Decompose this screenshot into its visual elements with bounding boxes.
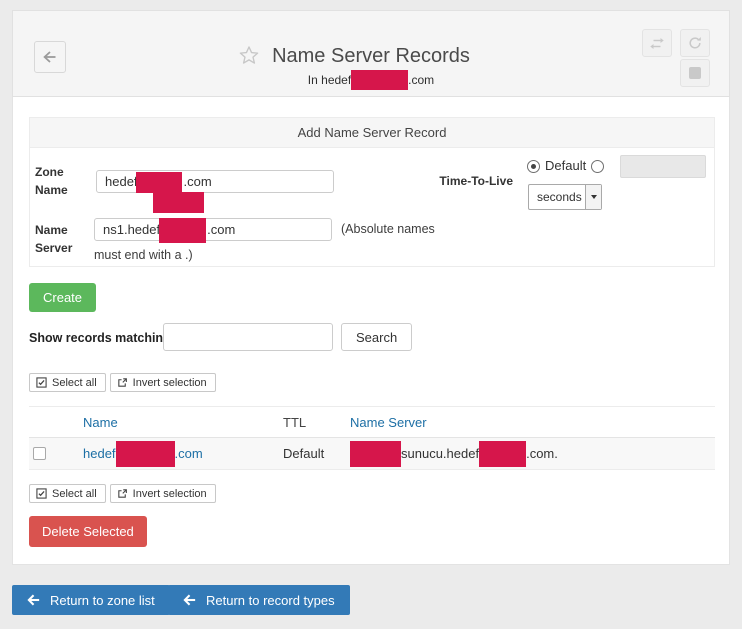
arrow-left-icon: [27, 594, 41, 606]
ttl-default-radio-label: Default: [545, 158, 586, 173]
table-row: hedef .com Default sunucu.hedef .com.: [29, 438, 715, 470]
return-to-zone-list-button[interactable]: Return to zone list: [12, 585, 170, 615]
table-header-row: Name TTL Name Server: [29, 406, 715, 438]
name-server-input[interactable]: ns1.hedef .com: [94, 218, 332, 241]
subtitle-suffix: .com: [408, 73, 434, 87]
record-name-suffix: .com: [175, 446, 203, 461]
form-title: Add Name Server Record: [30, 118, 714, 148]
share-square-icon: [117, 488, 128, 499]
ttl-default-radio[interactable]: [527, 160, 540, 173]
column-header-name[interactable]: Name: [83, 415, 118, 430]
repeat-icon: [649, 37, 665, 50]
title-block: Name Server Records In hedef .com: [13, 44, 729, 91]
add-record-form: Add Name Server Record Zone Name hedef .…: [29, 117, 715, 267]
search-label: Show records matching:: [29, 331, 175, 345]
selection-buttons-top: Select all Invert selection: [29, 373, 216, 392]
invert-selection-button[interactable]: Invert selection: [110, 373, 216, 392]
subtitle-prefix: In hedef: [308, 73, 351, 87]
refresh-button[interactable]: [680, 29, 710, 57]
return-to-record-types-label: Return to record types: [206, 593, 335, 608]
ttl-unit-selected: seconds: [529, 190, 585, 204]
star-icon[interactable]: [238, 45, 260, 72]
stop-icon: [689, 67, 701, 79]
select-all-button[interactable]: Select all: [29, 373, 106, 392]
name-server-label: Name Server: [35, 221, 83, 257]
ttl-unit-select[interactable]: seconds: [528, 184, 602, 210]
name-server-hint-line2: must end with a .): [94, 248, 193, 262]
return-to-record-types-button[interactable]: Return to record types: [168, 585, 350, 615]
invert-selection-label: Invert selection: [133, 488, 207, 500]
select-all-label: Select all: [52, 488, 97, 500]
redaction: [350, 441, 401, 467]
zone-name-input[interactable]: hedef .com: [96, 170, 334, 193]
records-table: Name TTL Name Server hedef .com Default s…: [29, 406, 715, 470]
redaction: [136, 172, 182, 193]
repeat-button[interactable]: [642, 29, 672, 57]
ttl-custom-radio[interactable]: [591, 160, 604, 173]
stop-button[interactable]: [680, 59, 710, 87]
redaction: [159, 218, 206, 243]
zone-name-value-prefix: hedef: [105, 174, 138, 189]
page-subtitle: In hedef .com: [13, 68, 729, 91]
invert-selection-button[interactable]: Invert selection: [110, 484, 216, 503]
content-panel: Add Name Server Record Zone Name hedef .…: [12, 97, 730, 565]
refresh-icon: [688, 36, 702, 50]
select-all-button[interactable]: Select all: [29, 484, 106, 503]
ttl-custom-value-input[interactable]: [620, 155, 706, 178]
redaction: [351, 70, 408, 90]
zone-name-value-suffix: .com: [184, 174, 212, 189]
redaction: [479, 441, 526, 467]
arrow-left-icon: [183, 594, 197, 606]
return-to-zone-list-label: Return to zone list: [50, 593, 155, 608]
name-server-value-suffix: .com: [207, 222, 235, 237]
record-ns-suffix: .com.: [526, 446, 558, 461]
column-header-name-server[interactable]: Name Server: [350, 415, 427, 430]
zone-name-label: Zone Name: [35, 163, 83, 199]
search-button[interactable]: Search: [341, 323, 412, 351]
create-button[interactable]: Create: [29, 283, 96, 312]
check-square-icon: [36, 488, 47, 499]
record-name-prefix: hedef: [83, 446, 116, 461]
row-checkbox[interactable]: [33, 447, 46, 460]
page-title: Name Server Records: [272, 44, 470, 68]
column-header-ttl: TTL: [283, 415, 306, 430]
redaction: [116, 441, 175, 467]
name-server-value-prefix: ns1.hedef: [103, 222, 160, 237]
invert-selection-label: Invert selection: [133, 377, 207, 389]
record-ttl: Default: [283, 446, 324, 461]
record-name-link[interactable]: hedef .com: [83, 441, 203, 467]
select-all-label: Select all: [52, 377, 97, 389]
caret-down-icon: [591, 195, 597, 199]
record-ns-mid: sunucu.hedef: [401, 446, 479, 461]
delete-selected-button[interactable]: Delete Selected: [29, 516, 147, 547]
select-caret-box: [585, 185, 601, 209]
ttl-label: Time-To-Live: [425, 172, 513, 190]
name-server-hint-line1: (Absolute names: [341, 222, 435, 236]
form-body: Zone Name hedef .com Time-To-Live Defaul…: [30, 148, 714, 266]
share-square-icon: [117, 377, 128, 388]
search-input[interactable]: [163, 323, 333, 351]
selection-buttons-bottom: Select all Invert selection: [29, 484, 216, 503]
page-header-panel: Name Server Records In hedef .com: [12, 10, 730, 97]
redaction: [153, 192, 204, 213]
check-square-icon: [36, 377, 47, 388]
page-title-text: Name Server Records: [272, 45, 470, 67]
